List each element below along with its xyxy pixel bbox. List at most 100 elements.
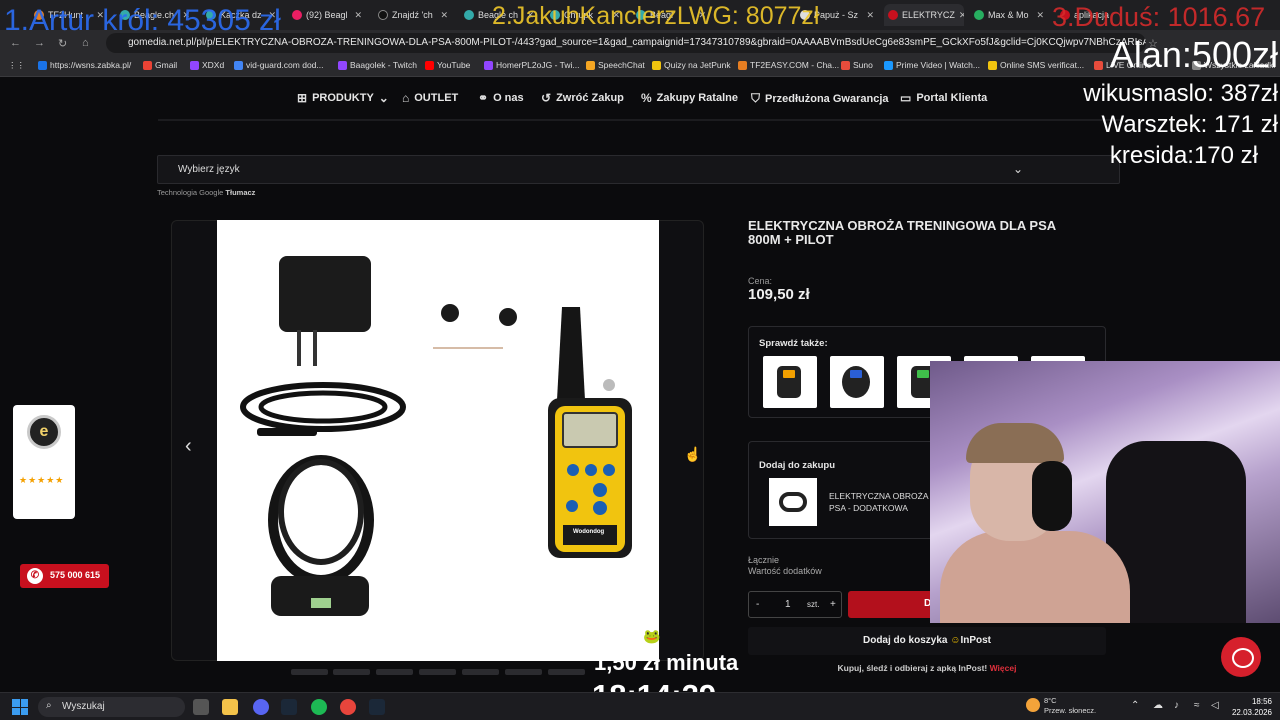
browser-tab[interactable]: Znajdź 'ch ✕ bbox=[374, 4, 452, 26]
bookmark-item[interactable]: https://wsns.zabka.pl/ bbox=[38, 60, 131, 70]
gallery-indicator[interactable] bbox=[462, 669, 499, 675]
bookmark-item[interactable]: HomerPL2oJG - Twi... bbox=[484, 60, 579, 70]
chat-bubble-icon[interactable] bbox=[1221, 637, 1261, 677]
apps-icon[interactable]: ⋮⋮ bbox=[8, 60, 25, 71]
language-select[interactable]: Wybierz język ⌄ bbox=[157, 155, 1120, 184]
youtube-icon bbox=[425, 60, 434, 70]
nav-o-nas[interactable]: ⚭ O nas bbox=[478, 91, 524, 105]
browser-tab[interactable]: (92) Beagl ✕ bbox=[288, 4, 366, 26]
bookmark-favicon-icon bbox=[1094, 60, 1103, 70]
bookmark-item[interactable]: vid-guard.com dod... bbox=[234, 60, 323, 70]
browser-tab-active[interactable]: ELEKTRYCZ ✕ bbox=[884, 4, 964, 26]
microphone-icon[interactable]: ♪ bbox=[1174, 700, 1179, 711]
bookmark-item[interactable]: Gmail bbox=[143, 60, 177, 70]
totals: Łącznie Wartość dodatków bbox=[748, 555, 822, 576]
gallery-prev-arrow-icon[interactable]: ‹ bbox=[185, 435, 192, 458]
bookmark-favicon-icon bbox=[38, 60, 47, 70]
addon-thumb[interactable] bbox=[769, 478, 817, 526]
back-icon[interactable]: ← bbox=[10, 37, 21, 49]
volume-icon[interactable]: ◁ bbox=[1211, 700, 1219, 711]
close-tab-icon[interactable]: ✕ bbox=[354, 10, 366, 21]
favicon-icon bbox=[292, 10, 302, 20]
product-photo-illustration bbox=[240, 256, 632, 616]
bookmark-item[interactable]: Suno bbox=[841, 60, 873, 70]
bookmark-item[interactable]: TF2EASY.COM - Cha... bbox=[738, 60, 839, 70]
bookmark-item[interactable]: Quizy na JetPunk bbox=[652, 60, 731, 70]
taskbar-search-input[interactable]: ⌕ Wyszukaj bbox=[38, 697, 185, 717]
task-view-icon[interactable] bbox=[193, 699, 209, 715]
system-clock[interactable]: 18:56 22.03.2026 bbox=[1232, 696, 1272, 718]
percent-icon: % bbox=[641, 91, 652, 105]
bookmark-item[interactable]: SpeechChat bbox=[586, 60, 645, 70]
inpost-logo-icon: ☺ bbox=[950, 635, 961, 646]
gallery-indicator[interactable] bbox=[505, 669, 542, 675]
home-icon[interactable]: ⌂ bbox=[82, 37, 89, 49]
weather-widget[interactable]: 8°C Przew. słonecz. bbox=[1026, 696, 1096, 716]
forward-icon[interactable]: → bbox=[34, 37, 45, 49]
close-tab-icon[interactable]: ✕ bbox=[440, 10, 452, 21]
spotify-icon[interactable] bbox=[311, 699, 327, 715]
twitch-icon bbox=[484, 60, 493, 70]
discord-icon[interactable] bbox=[253, 699, 269, 715]
gallery-indicator[interactable] bbox=[291, 669, 328, 675]
tag-icon: ⌂ bbox=[402, 91, 410, 105]
nav-zakupy-ratalne[interactable]: % Zakupy Ratalne bbox=[641, 91, 738, 105]
product-image[interactable]: Wodondog bbox=[217, 220, 659, 661]
chevron-up-icon[interactable]: ⌃ bbox=[1131, 700, 1139, 711]
cloud-icon[interactable]: ☁ bbox=[1153, 700, 1163, 711]
gallery-indicator[interactable] bbox=[548, 669, 585, 675]
remote-brand-label: Wodondog bbox=[573, 529, 605, 535]
qty-value[interactable]: 1 bbox=[785, 599, 791, 610]
bookmark-item[interactable]: Prime Video | Watch... bbox=[884, 60, 980, 70]
browser-tab[interactable]: Max & Mo ✕ bbox=[970, 4, 1048, 26]
inpost-more-link[interactable]: Więcej bbox=[990, 663, 1017, 673]
bookmark-favicon-icon bbox=[988, 60, 997, 70]
steam-icon[interactable] bbox=[369, 699, 385, 715]
favicon-icon bbox=[974, 10, 984, 20]
bookmark-favicon-icon bbox=[586, 60, 595, 70]
product-title: ELEKTRYCZNA OBROŻA TRENINGOWA DLA PSA 80… bbox=[748, 218, 1056, 247]
donor-alan: Alan:500zł bbox=[1109, 34, 1278, 75]
phone-button[interactable]: ✆ 575 000 615 bbox=[20, 564, 109, 588]
bookmark-item[interactable]: Online SMS verificat... bbox=[988, 60, 1084, 70]
favicon-icon bbox=[888, 10, 898, 20]
inpost-add-to-cart-button[interactable]: Dodaj do koszyka ☺InPost bbox=[748, 627, 1106, 655]
nav-zwroc-zakup[interactable]: ↺ Zwróć Zakup bbox=[541, 91, 624, 105]
bookmark-item[interactable]: Baagolek - Twitch bbox=[338, 60, 417, 70]
nav-outlet[interactable]: ⌂ OUTLET bbox=[402, 91, 458, 105]
wifi-icon[interactable]: ≈ bbox=[1194, 700, 1200, 711]
reload-icon[interactable]: ↻ bbox=[58, 37, 67, 50]
shield-icon: ⛉ bbox=[751, 91, 761, 105]
donor-wikusmaslo: wikusmaslo: 387zł bbox=[1083, 80, 1278, 107]
trusted-shops-badge[interactable]: e ★★★★★ bbox=[13, 405, 75, 519]
chrome-icon[interactable] bbox=[340, 699, 356, 715]
related-product-thumb[interactable] bbox=[763, 356, 817, 408]
close-tab-icon[interactable]: ✕ bbox=[959, 10, 964, 21]
favicon-icon bbox=[378, 10, 388, 20]
chevron-down-icon: ⌄ bbox=[378, 91, 389, 105]
nav-przedluzona-gwarancja[interactable]: ⛉ Przedłużona Gwarancja bbox=[751, 91, 889, 106]
favicon-icon bbox=[464, 10, 474, 20]
gmail-icon bbox=[143, 60, 152, 70]
quantity-stepper[interactable]: - 1 szt. + bbox=[748, 591, 842, 618]
close-tab-icon[interactable]: ✕ bbox=[1036, 10, 1048, 21]
nav-portal-klienta[interactable]: ▭ Portal Klienta bbox=[900, 91, 987, 105]
bookmark-favicon-icon bbox=[738, 60, 747, 70]
bookmark-item[interactable]: XDXd bbox=[190, 60, 224, 70]
qty-unit: szt. bbox=[807, 600, 820, 609]
bookmarks-bar: ⋮⋮ https://wsns.zabka.pl/ Gmail XDXd vid… bbox=[0, 56, 1280, 77]
inpost-note: Kupuj, śledź i odbieraj z apką InPost! W… bbox=[837, 663, 1017, 673]
gallery-indicator[interactable] bbox=[419, 669, 456, 675]
close-tab-icon[interactable]: ✕ bbox=[866, 10, 878, 21]
windows-start-icon[interactable] bbox=[12, 699, 28, 715]
gallery-indicator[interactable] bbox=[333, 669, 370, 675]
steam-icon[interactable] bbox=[281, 699, 297, 715]
translate-link[interactable]: Tłumacz bbox=[225, 188, 255, 197]
bookmark-item[interactable]: YouTube bbox=[425, 60, 470, 70]
file-explorer-icon[interactable] bbox=[222, 699, 238, 715]
gallery-indicator[interactable] bbox=[376, 669, 413, 675]
related-product-thumb[interactable] bbox=[830, 356, 884, 408]
nav-produkty[interactable]: ⊞ PRODUKTY ⌄ bbox=[297, 91, 389, 105]
qty-increase-button[interactable]: + bbox=[830, 599, 836, 610]
qty-decrease-button[interactable]: - bbox=[756, 599, 759, 610]
